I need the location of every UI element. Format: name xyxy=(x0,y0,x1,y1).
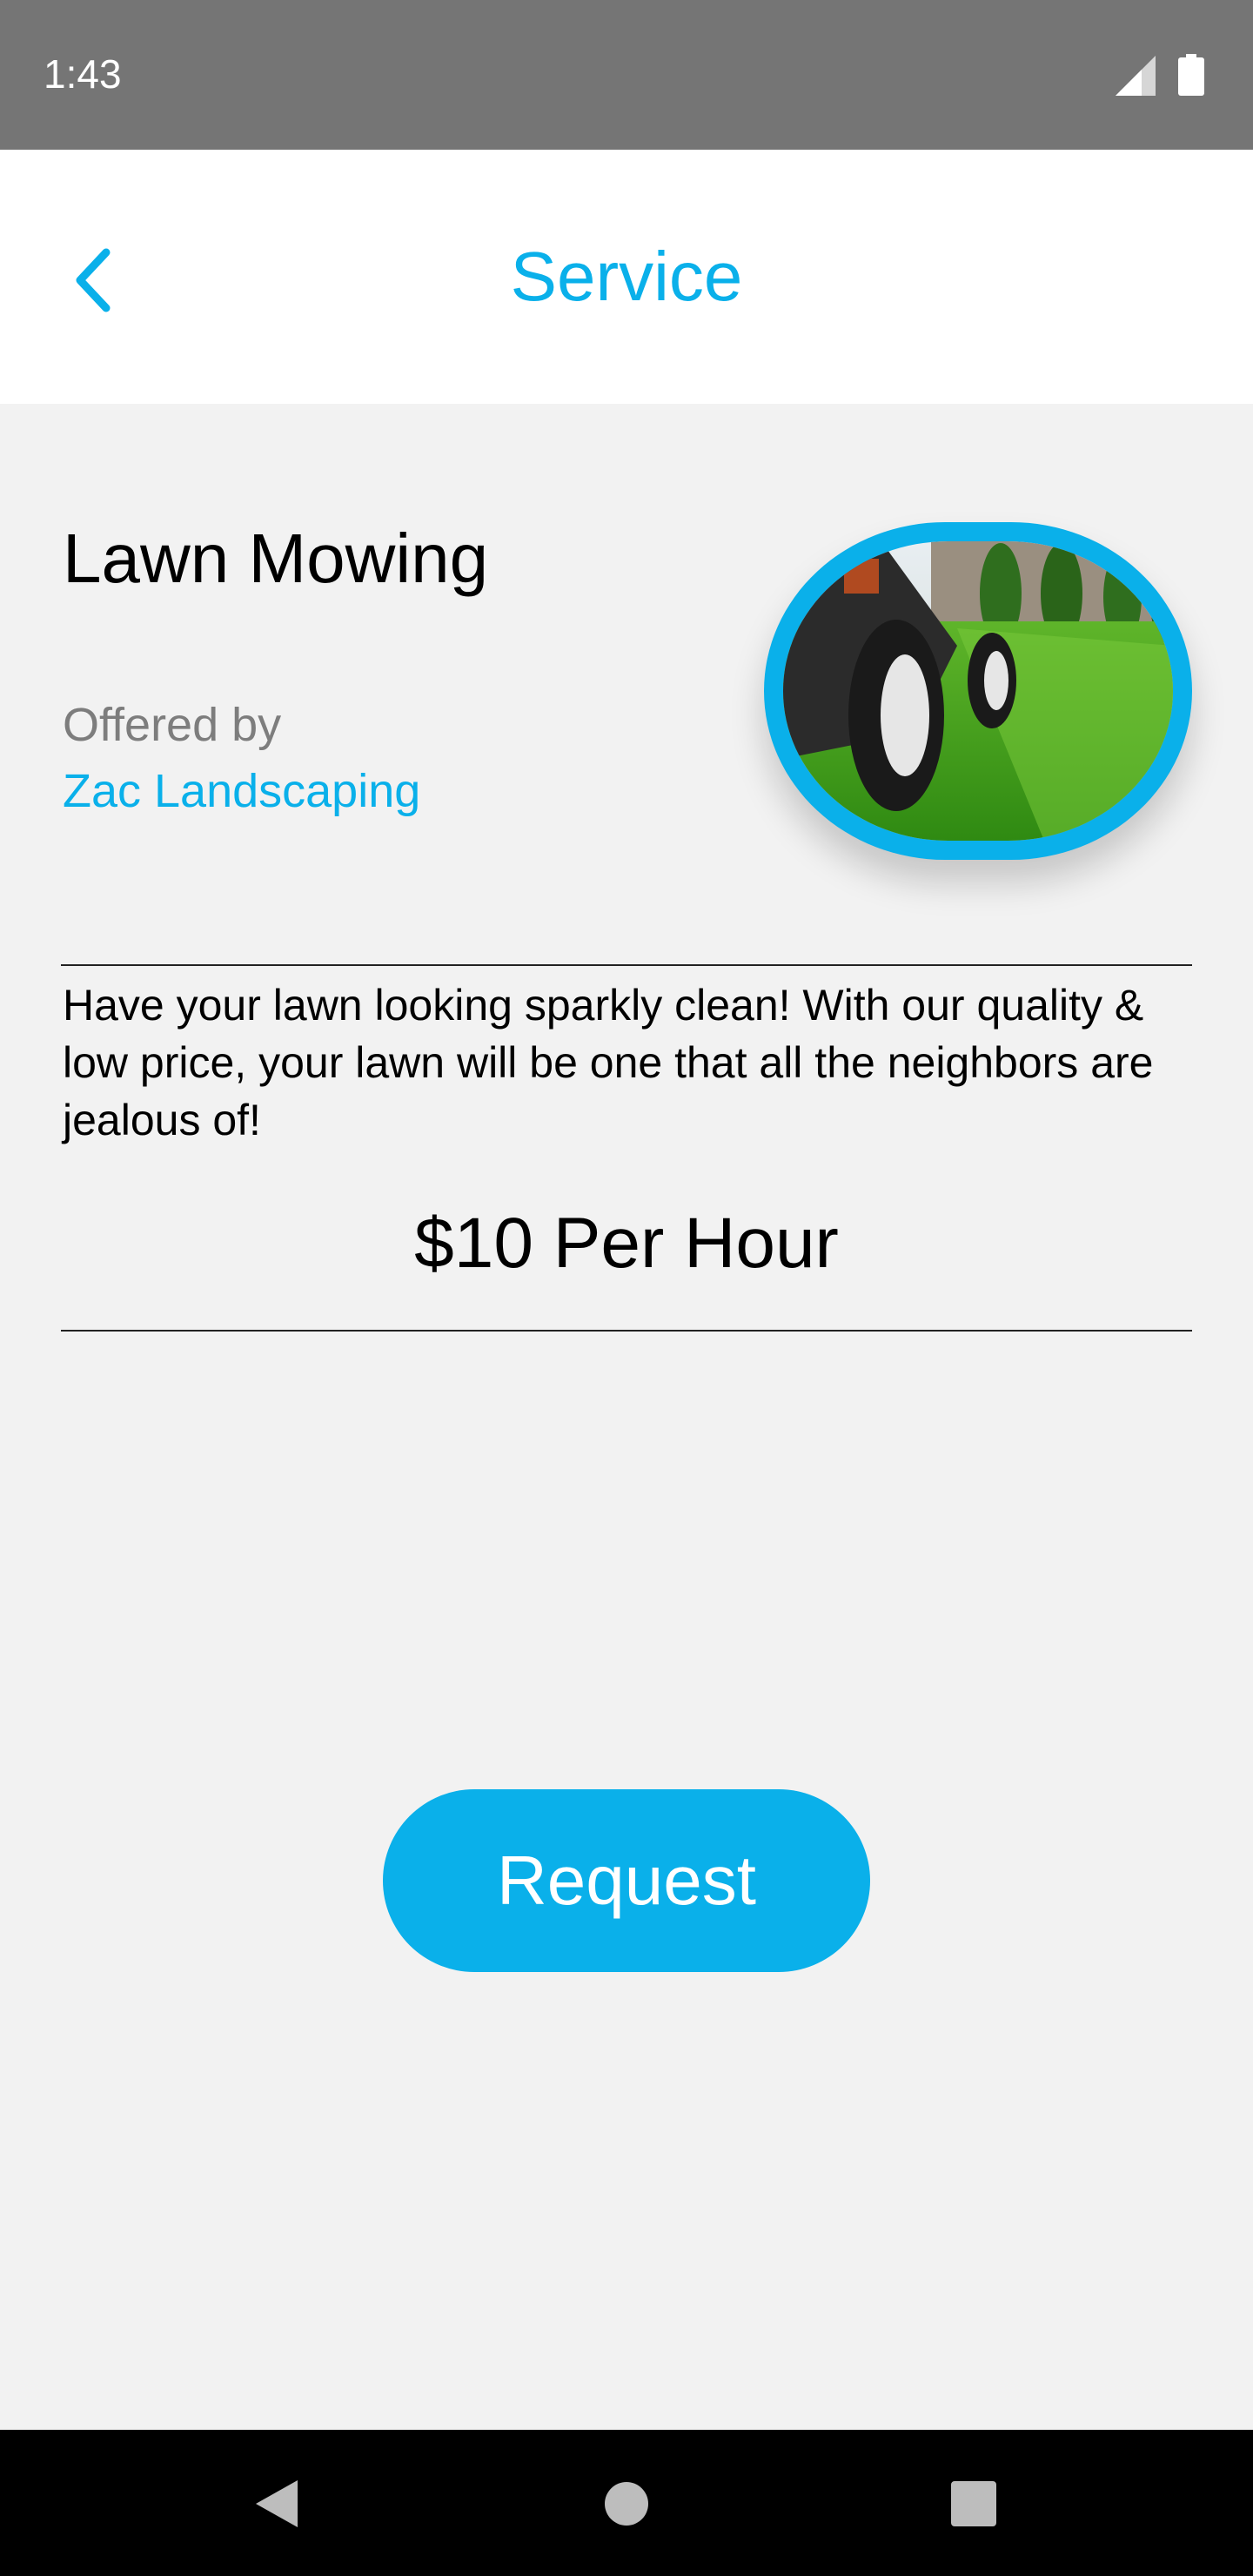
request-button[interactable]: Request xyxy=(383,1789,870,1972)
system-nav-bar xyxy=(0,2430,1253,2576)
service-title: Lawn Mowing xyxy=(63,520,489,597)
app-bar: Service xyxy=(0,150,1253,404)
divider xyxy=(61,964,1192,966)
status-bar: 1:43 xyxy=(0,0,1253,150)
service-image-frame xyxy=(764,522,1192,860)
page-title: Service xyxy=(510,238,743,315)
nav-home-button[interactable] xyxy=(596,2473,657,2534)
nav-recents-button[interactable] xyxy=(943,2473,1004,2534)
home-circle-icon xyxy=(605,2482,648,2526)
divider xyxy=(61,1330,1192,1332)
battery-icon xyxy=(1178,54,1204,96)
back-triangle-icon xyxy=(256,2480,298,2527)
status-icons xyxy=(1116,54,1211,97)
recents-square-icon xyxy=(951,2481,996,2526)
service-description: Have your lawn looking sparkly clean! Wi… xyxy=(63,981,1154,1144)
nav-back-button[interactable] xyxy=(247,2473,308,2534)
lawn-mower-photo xyxy=(783,541,1173,841)
offered-by-label: Offered by xyxy=(63,699,282,751)
provider-link[interactable]: Zac Landscaping xyxy=(63,764,420,818)
status-time: 1:43 xyxy=(44,51,122,97)
signal-icon xyxy=(1116,56,1156,96)
service-price: $10 Per Hour xyxy=(414,1204,839,1283)
